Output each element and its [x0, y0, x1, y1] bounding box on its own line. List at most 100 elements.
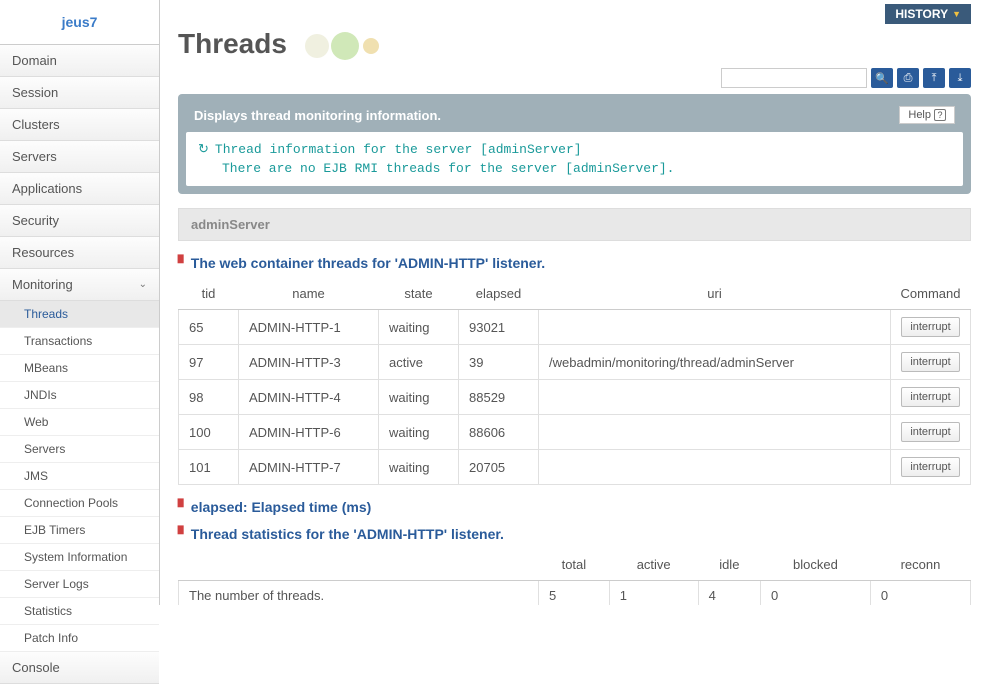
stats-row-label: The number of threads.	[179, 581, 539, 606]
table-row: 97ADMIN-HTTP-3active39/webadmin/monitori…	[179, 345, 971, 380]
stats-idle: 4	[698, 581, 760, 606]
table-row: 65ADMIN-HTTP-1waiting93021 interrupt	[179, 310, 971, 345]
sidebar-sub-system-information[interactable]: System Information	[0, 544, 159, 571]
cell-elapsed: 88529	[459, 380, 539, 415]
info-line2: There are no EJB RMI threads for the ser…	[198, 159, 951, 178]
cell-tid: 98	[179, 380, 239, 415]
sidebar-item-monitoring[interactable]: Monitoring ⌄	[0, 269, 159, 301]
th-uri: uri	[539, 278, 891, 310]
stats-table: total active idle blocked reconn The num…	[178, 549, 971, 605]
help-icon: ?	[934, 109, 946, 121]
table-row: 100ADMIN-HTTP-6waiting88606 interrupt	[179, 415, 971, 450]
sidebar-sub-statistics[interactable]: Statistics	[0, 598, 159, 625]
sidebar-item-session[interactable]: Session	[0, 77, 159, 109]
chevron-down-icon: ⌄	[139, 279, 147, 290]
sidebar-item-servers[interactable]: Servers	[0, 141, 159, 173]
sidebar-sub-jms[interactable]: JMS	[0, 463, 159, 490]
cell-tid: 101	[179, 450, 239, 485]
interrupt-button[interactable]: interrupt	[901, 422, 959, 442]
sidebar-item-domain[interactable]: Domain	[0, 45, 159, 77]
cell-name: ADMIN-HTTP-4	[239, 380, 379, 415]
threads-table: tid name state elapsed uri Command 65ADM…	[178, 278, 971, 485]
sidebar-item-label: Monitoring	[12, 277, 73, 292]
th-total: total	[539, 549, 610, 581]
sidebar: jeus7 Domain Session Clusters Servers Ap…	[0, 0, 160, 605]
server-label: adminServer	[178, 208, 971, 241]
section2-title: Thread statistics for the 'ADMIN-HTTP' l…	[191, 526, 504, 542]
note1: elapsed: Elapsed time (ms)	[191, 499, 372, 515]
cell-name: ADMIN-HTTP-1	[239, 310, 379, 345]
sidebar-item-console[interactable]: Console	[0, 652, 159, 684]
cell-tid: 65	[179, 310, 239, 345]
interrupt-button[interactable]: interrupt	[901, 317, 959, 337]
bullet-icon: ▘	[178, 255, 189, 271]
th-reconn: reconn	[870, 549, 970, 581]
search-icon[interactable]: 🔍	[871, 68, 893, 88]
sidebar-sub-servers[interactable]: Servers	[0, 436, 159, 463]
stats-row: The number of threads. 5 1 4 0 0	[179, 581, 971, 606]
cell-state: waiting	[379, 450, 459, 485]
interrupt-button[interactable]: interrupt	[901, 352, 959, 372]
stats-total: 5	[539, 581, 610, 606]
sidebar-sub-ejb-timers[interactable]: EJB Timers	[0, 517, 159, 544]
page-title: Threads	[178, 28, 287, 60]
table-row: 101ADMIN-HTTP-7waiting20705 interrupt	[179, 450, 971, 485]
sidebar-sub-threads[interactable]: Threads	[0, 301, 159, 328]
sidebar-sub-mbeans[interactable]: MBeans	[0, 355, 159, 382]
decoration-circle	[305, 34, 329, 58]
cell-name: ADMIN-HTTP-7	[239, 450, 379, 485]
sidebar-sub-transactions[interactable]: Transactions	[0, 328, 159, 355]
interrupt-button[interactable]: interrupt	[901, 387, 959, 407]
chevron-down-icon: ▼	[952, 9, 961, 19]
bullet-icon: ▘	[178, 526, 189, 542]
th-empty	[179, 549, 539, 581]
sidebar-sub-server-logs[interactable]: Server Logs	[0, 571, 159, 598]
cell-elapsed: 39	[459, 345, 539, 380]
cell-elapsed: 88606	[459, 415, 539, 450]
refresh-icon: ↻	[198, 142, 209, 157]
cell-state: waiting	[379, 380, 459, 415]
cell-tid: 100	[179, 415, 239, 450]
save-icon[interactable]: ⤓	[949, 68, 971, 88]
th-name: name	[239, 278, 379, 310]
sidebar-sub-jndis[interactable]: JNDIs	[0, 382, 159, 409]
history-button[interactable]: HISTORY ▼	[885, 4, 971, 24]
th-blocked: blocked	[761, 549, 871, 581]
sidebar-item-resources[interactable]: Resources	[0, 237, 159, 269]
section1-title: The web container threads for 'ADMIN-HTT…	[191, 255, 545, 271]
cell-uri	[539, 380, 891, 415]
cell-elapsed: 93021	[459, 310, 539, 345]
interrupt-button[interactable]: interrupt	[901, 457, 959, 477]
help-label: Help	[908, 109, 931, 121]
info-line1: Thread information for the server [admin…	[215, 142, 582, 157]
stats-reconn: 0	[870, 581, 970, 606]
sidebar-item-security[interactable]: Security	[0, 205, 159, 237]
stats-active: 1	[609, 581, 698, 606]
info-panel: Displays thread monitoring information. …	[178, 94, 971, 194]
main-content: HISTORY ▼ Threads 🔍 ⎙ ⤒ ⤓ Displays threa…	[160, 0, 981, 605]
sidebar-sub-patch-info[interactable]: Patch Info	[0, 625, 159, 652]
cell-name: ADMIN-HTTP-6	[239, 415, 379, 450]
search-input[interactable]	[721, 68, 867, 88]
th-active: active	[609, 549, 698, 581]
th-tid: tid	[179, 278, 239, 310]
cell-uri	[539, 310, 891, 345]
cell-uri	[539, 415, 891, 450]
cell-name: ADMIN-HTTP-3	[239, 345, 379, 380]
sidebar-item-applications[interactable]: Applications	[0, 173, 159, 205]
cell-uri: /webadmin/monitoring/thread/adminServer	[539, 345, 891, 380]
table-row: 98ADMIN-HTTP-4waiting88529 interrupt	[179, 380, 971, 415]
decoration-circle	[331, 32, 359, 60]
export-xml-icon[interactable]: ⤒	[923, 68, 945, 88]
cell-tid: 97	[179, 345, 239, 380]
cell-state: active	[379, 345, 459, 380]
help-button[interactable]: Help ?	[899, 106, 955, 124]
cell-state: waiting	[379, 415, 459, 450]
cell-state: waiting	[379, 310, 459, 345]
sidebar-sub-connection-pools[interactable]: Connection Pools	[0, 490, 159, 517]
cell-elapsed: 20705	[459, 450, 539, 485]
th-idle: idle	[698, 549, 760, 581]
sidebar-item-clusters[interactable]: Clusters	[0, 109, 159, 141]
print-icon[interactable]: ⎙	[897, 68, 919, 88]
sidebar-sub-web[interactable]: Web	[0, 409, 159, 436]
